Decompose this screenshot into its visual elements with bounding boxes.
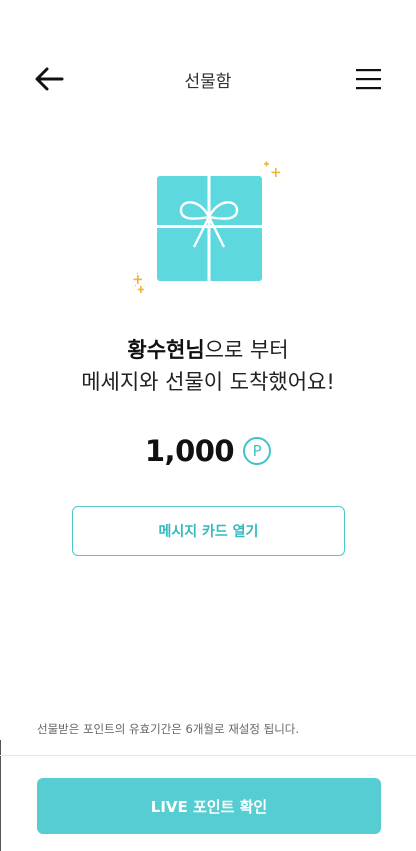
live-points-button[interactable]: LIVE 포인트 확인 — [37, 778, 381, 834]
sender-name: 황수현님 — [127, 338, 205, 362]
points-badge-icon: P — [243, 437, 272, 465]
validity-notice: 선물받은 포인트의 유효기간은 6개월로 재설정 됩니다. — [37, 722, 300, 736]
divider — [0, 755, 416, 756]
sparkle-icon — [133, 273, 144, 293]
message-line-2: 메세지와 선물이 도착했어요! — [81, 370, 335, 394]
menu-button[interactable] — [356, 68, 382, 90]
message-line-1: 황수현님으로 부터 — [0, 334, 416, 366]
hamburger-menu-icon — [356, 69, 381, 90]
open-message-card-button[interactable]: 메시지 카드 열기 — [72, 506, 345, 556]
points-value: 1,000 — [144, 434, 235, 468]
gift-message: 황수현님으로 부터 메세지와 선물이 도착했어요! — [0, 334, 416, 398]
left-edge-line — [0, 740, 1, 851]
gift-box-page: 선물함 황수현님으로 부터 메세지와 선물이 도착했어요! 1,000 P 메시… — [0, 0, 416, 851]
header: 선물함 — [0, 56, 416, 102]
gift-illustration — [125, 155, 285, 300]
page-title: 선물함 — [184, 72, 232, 92]
points-amount: 1,000 P — [0, 434, 416, 468]
message-line-1-suffix: 으로 부터 — [204, 338, 289, 362]
sparkle-icon — [264, 161, 280, 177]
gift-box-icon — [157, 176, 262, 281]
